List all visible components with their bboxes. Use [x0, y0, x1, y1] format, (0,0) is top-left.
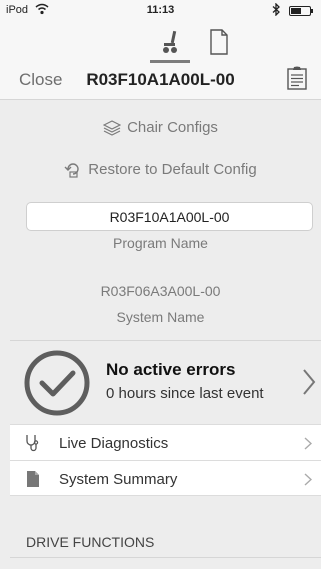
- active-tab-indicator: [150, 60, 190, 63]
- divider: [10, 557, 321, 558]
- tab-chair[interactable]: [150, 24, 190, 60]
- restore-label: Restore to Default Config: [88, 160, 257, 178]
- restore-default-button[interactable]: Restore to Default Config: [10, 160, 311, 178]
- restore-icon: [64, 163, 79, 178]
- program-name-field[interactable]: R03F10A1A00L-00: [26, 202, 313, 231]
- document-outline-icon: [210, 29, 228, 55]
- section-title: DRIVE FUNCTIONS: [26, 534, 155, 550]
- program-name-caption: Program Name: [113, 235, 208, 251]
- page-title: R03F10A1A00L-00: [86, 70, 235, 89]
- chevron-right-icon: [304, 437, 312, 450]
- chevron-right-icon: [303, 369, 316, 395]
- list-item-label: System Summary: [59, 471, 178, 488]
- tab-document[interactable]: [199, 24, 239, 60]
- list-item-label: Live Diagnostics: [59, 435, 169, 452]
- bluetooth-icon: [272, 2, 281, 19]
- section-header-drive-functions: DRIVE FUNCTIONS: [10, 497, 321, 569]
- errors-title: No active errors: [106, 360, 236, 379]
- checkmark-circle-icon: [24, 350, 90, 416]
- status-bar: iPod 11:13: [0, 0, 321, 20]
- stethoscope-icon: [26, 435, 39, 452]
- config-section: Chair Configs Restore to Default Config …: [10, 100, 321, 340]
- clipboard-icon: [287, 66, 307, 90]
- chair-configs-button[interactable]: Chair Configs: [10, 119, 311, 136]
- active-errors-card[interactable]: No active errors 0 hours since last even…: [10, 340, 321, 424]
- layers-icon: [103, 119, 122, 136]
- chevron-right-icon: [304, 473, 312, 486]
- list-item-system-summary[interactable]: System Summary: [10, 460, 321, 496]
- clipboard-button[interactable]: [285, 66, 309, 90]
- system-name-caption: System Name: [116, 309, 205, 325]
- battery-icon: [289, 6, 313, 16]
- wheelchair-icon: [163, 30, 177, 53]
- system-name-value: R03F06A3A00L-00: [100, 283, 221, 299]
- nav-header: Close R03F10A1A00L-00: [0, 20, 321, 100]
- list-item-live-diagnostics[interactable]: Live Diagnostics: [10, 424, 321, 460]
- errors-subtitle: 0 hours since last event: [106, 385, 264, 402]
- chair-configs-label: Chair Configs: [127, 119, 218, 136]
- document-icon: [27, 471, 39, 487]
